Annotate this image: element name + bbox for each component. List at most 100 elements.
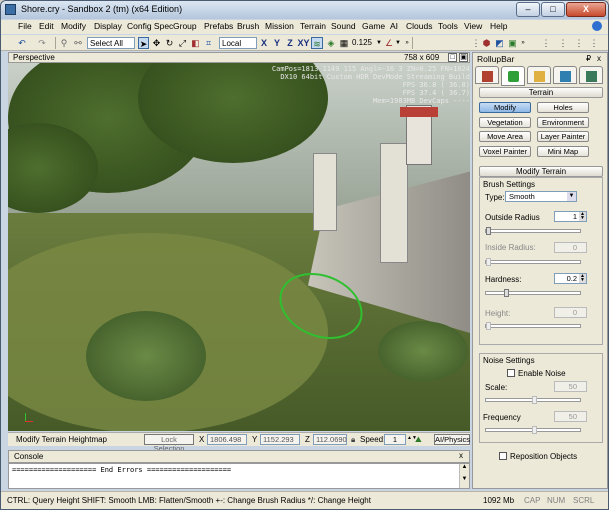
z-coordinate-field[interactable]: 112.0690 bbox=[313, 434, 347, 445]
menu-file[interactable]: File bbox=[18, 21, 32, 31]
speed-field[interactable]: 1 bbox=[384, 434, 406, 445]
menu-prefabs[interactable]: Prefabs bbox=[204, 21, 233, 31]
stepper-icon[interactable]: ▲ ▼ bbox=[579, 274, 586, 283]
lock-selection-button[interactable]: Lock Selection bbox=[144, 434, 194, 453]
stepper-icon[interactable]: ▲ ▼ bbox=[579, 212, 586, 221]
close-button[interactable]: X bbox=[566, 2, 606, 17]
menu-view[interactable]: View bbox=[464, 21, 482, 31]
menu-game[interactable]: Game bbox=[362, 21, 385, 31]
holes-button[interactable]: Holes bbox=[537, 102, 589, 113]
menu-terrain[interactable]: Terrain bbox=[300, 21, 326, 31]
coord-system-dropdown[interactable]: Local bbox=[219, 37, 257, 49]
toolbar-more-icon[interactable]: » bbox=[520, 37, 526, 49]
menu-modify[interactable]: Modify bbox=[61, 21, 86, 31]
viewport-options-icon[interactable]: ▣ bbox=[459, 53, 468, 62]
chevron-down-icon[interactable]: ▼ bbox=[375, 37, 383, 49]
angle-snap-icon[interactable]: ∠ bbox=[384, 37, 394, 49]
tab-objects[interactable] bbox=[475, 66, 499, 84]
menu-help[interactable]: Help bbox=[490, 21, 507, 31]
tab-display[interactable] bbox=[553, 66, 577, 84]
menu-group[interactable]: Group bbox=[173, 21, 197, 31]
axis-y-button[interactable]: Y bbox=[272, 37, 282, 49]
environment-button[interactable]: Environment bbox=[537, 117, 589, 128]
dam-pillar bbox=[313, 153, 337, 231]
modify-button[interactable]: Modify bbox=[479, 102, 531, 113]
menu-sound[interactable]: Sound bbox=[331, 21, 356, 31]
axis-x-button[interactable]: X bbox=[259, 37, 269, 49]
terrain-follow-icon[interactable]: ⛰ bbox=[415, 435, 422, 445]
maximize-button[interactable]: □ bbox=[541, 2, 565, 17]
snap-icon[interactable]: ⌗ bbox=[203, 37, 214, 49]
outside-radius-field[interactable]: 1 ▲ ▼ bbox=[554, 211, 587, 222]
chevron-down-icon[interactable]: ▼ bbox=[394, 37, 402, 49]
voxel-painter-button[interactable]: Voxel Painter bbox=[479, 146, 531, 157]
help-icon[interactable] bbox=[592, 21, 602, 31]
terrain-snap-icon[interactable]: ≋ bbox=[311, 37, 323, 49]
select-terrain-icon[interactable]: ◧ bbox=[190, 37, 201, 49]
menu-tools[interactable]: Tools bbox=[438, 21, 458, 31]
slider-thumb[interactable] bbox=[486, 227, 491, 235]
viewport-title[interactable]: Perspective bbox=[13, 53, 55, 62]
tab-modelling[interactable] bbox=[527, 66, 551, 84]
menu-edit[interactable]: Edit bbox=[39, 21, 54, 31]
reposition-objects-checkbox[interactable] bbox=[499, 452, 507, 460]
slider-thumb[interactable] bbox=[504, 289, 509, 297]
brush-type-select[interactable]: Smooth ▼ bbox=[505, 191, 577, 202]
outside-radius-slider[interactable] bbox=[485, 227, 581, 235]
axis-gizmo-x bbox=[25, 421, 33, 422]
redo-icon[interactable]: ↷ bbox=[35, 37, 49, 49]
lock-icon[interactable]: 🔒︎ bbox=[351, 435, 355, 445]
toolbar-grip-icon: ⋮ bbox=[574, 38, 584, 48]
move-icon[interactable]: ✥ bbox=[151, 37, 162, 49]
object-snap-icon[interactable]: ◈ bbox=[325, 37, 337, 49]
layer-painter-button[interactable]: Layer Painter bbox=[537, 131, 589, 142]
viewport-maximize-icon[interactable]: □ bbox=[448, 53, 457, 62]
console-scrollbar[interactable]: ▲ ▼ bbox=[459, 464, 469, 488]
y-coordinate-field[interactable]: 1152.293 bbox=[260, 434, 300, 445]
vegetation-button[interactable]: Vegetation bbox=[479, 117, 531, 128]
enable-noise-checkbox[interactable] bbox=[507, 369, 515, 377]
hardness-slider[interactable] bbox=[485, 289, 581, 297]
scale-field: 50 bbox=[554, 381, 587, 392]
select-arrow-icon[interactable]: ➤ bbox=[138, 37, 149, 49]
menu-display[interactable]: Display bbox=[94, 21, 122, 31]
terrain-section-header[interactable]: Terrain bbox=[479, 87, 603, 98]
minimize-button[interactable]: – bbox=[516, 2, 540, 17]
x-coordinate-field[interactable]: 1806.498 bbox=[207, 434, 247, 445]
save-level-icon[interactable]: ⬢ bbox=[481, 37, 492, 49]
undo-icon[interactable]: ↶ bbox=[15, 37, 29, 49]
game-mode-icon[interactable]: ▣ bbox=[507, 37, 518, 49]
menu-clouds[interactable]: Clouds bbox=[406, 21, 432, 31]
menu-config-spec[interactable]: Config Spec bbox=[127, 21, 173, 31]
close-icon[interactable]: x bbox=[597, 54, 601, 63]
ai-physics-button[interactable]: AI/Physics bbox=[434, 434, 470, 445]
z-label: Z bbox=[305, 435, 310, 444]
toolbar-more-icon[interactable]: » bbox=[405, 37, 409, 49]
tab-layers[interactable] bbox=[579, 66, 603, 84]
axis-z-button[interactable]: Z bbox=[285, 37, 295, 49]
select-all-dropdown[interactable]: Select All bbox=[87, 37, 135, 49]
axis-xy-button[interactable]: XY bbox=[297, 37, 310, 49]
move-area-button[interactable]: Move Area bbox=[479, 131, 531, 142]
modify-terrain-section-header[interactable]: Modify Terrain bbox=[479, 166, 603, 177]
rotate-icon[interactable]: ↻ bbox=[164, 37, 175, 49]
status-hint: CTRL: Query Height SHIFT: Smooth LMB: Fl… bbox=[7, 496, 371, 505]
hardness-field[interactable]: 0.2 ▲ ▼ bbox=[554, 273, 587, 284]
menu-mission[interactable]: Mission bbox=[265, 21, 294, 31]
menu-ai[interactable]: AI bbox=[390, 21, 398, 31]
grid-icon[interactable]: ▦ bbox=[339, 37, 349, 49]
export-icon[interactable]: ◩ bbox=[494, 37, 505, 49]
menu-brush[interactable]: Brush bbox=[237, 21, 259, 31]
console-output[interactable]: ==================== End Errors ========… bbox=[8, 463, 470, 489]
scale-icon[interactable]: ⤢ bbox=[177, 37, 188, 49]
unlink-icon[interactable]: ⚯ bbox=[72, 37, 84, 49]
mini-map-button[interactable]: Mini Map bbox=[537, 146, 589, 157]
tab-terrain[interactable] bbox=[501, 66, 525, 86]
height-value: 0 bbox=[572, 308, 577, 317]
link-icon[interactable]: ⚲ bbox=[58, 37, 70, 49]
perspective-viewport[interactable]: CamPos=1813 1149 115 Angl=-16 3 ZN=0.25 … bbox=[8, 63, 470, 431]
grid-size-value[interactable]: 0.125 bbox=[349, 37, 375, 49]
slider-thumb bbox=[532, 396, 537, 404]
close-icon[interactable]: x bbox=[459, 451, 463, 460]
pin-icon[interactable]: ₽ bbox=[586, 54, 591, 63]
